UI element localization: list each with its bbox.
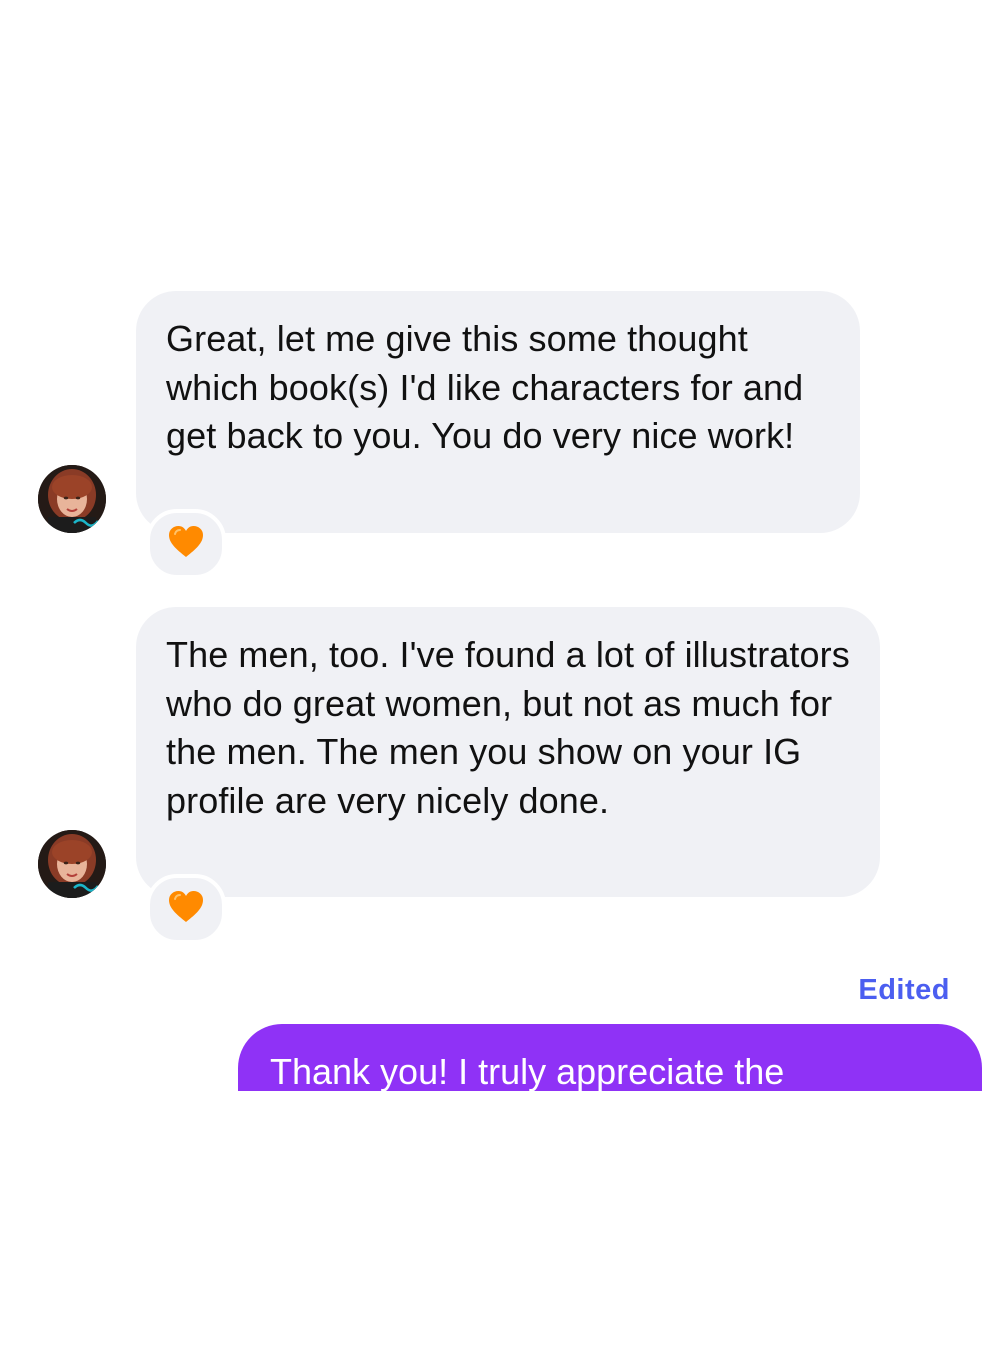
orange-heart-icon bbox=[168, 525, 204, 564]
message-text: The men, too. I've found a lot of illust… bbox=[166, 634, 850, 821]
reaction-badge[interactable] bbox=[146, 874, 226, 944]
sender-avatar[interactable] bbox=[38, 465, 106, 533]
edited-label: Edited bbox=[858, 974, 950, 1006]
message-bubble[interactable]: Thank you! I truly appreciate the bbox=[238, 1024, 982, 1091]
sender-avatar[interactable] bbox=[38, 830, 106, 898]
reaction-badge[interactable] bbox=[146, 509, 226, 579]
outgoing-message: Thank you! I truly appreciate the bbox=[238, 1024, 982, 1091]
orange-heart-icon bbox=[168, 890, 204, 929]
message-thread: Great, let me give this some thought whi… bbox=[0, 0, 1000, 1350]
message-text: Great, let me give this some thought whi… bbox=[166, 318, 804, 456]
message-text: Thank you! I truly appreciate the bbox=[270, 1051, 785, 1091]
message-bubble[interactable]: The men, too. I've found a lot of illust… bbox=[136, 607, 880, 897]
message-bubble[interactable]: Great, let me give this some thought whi… bbox=[136, 291, 860, 533]
